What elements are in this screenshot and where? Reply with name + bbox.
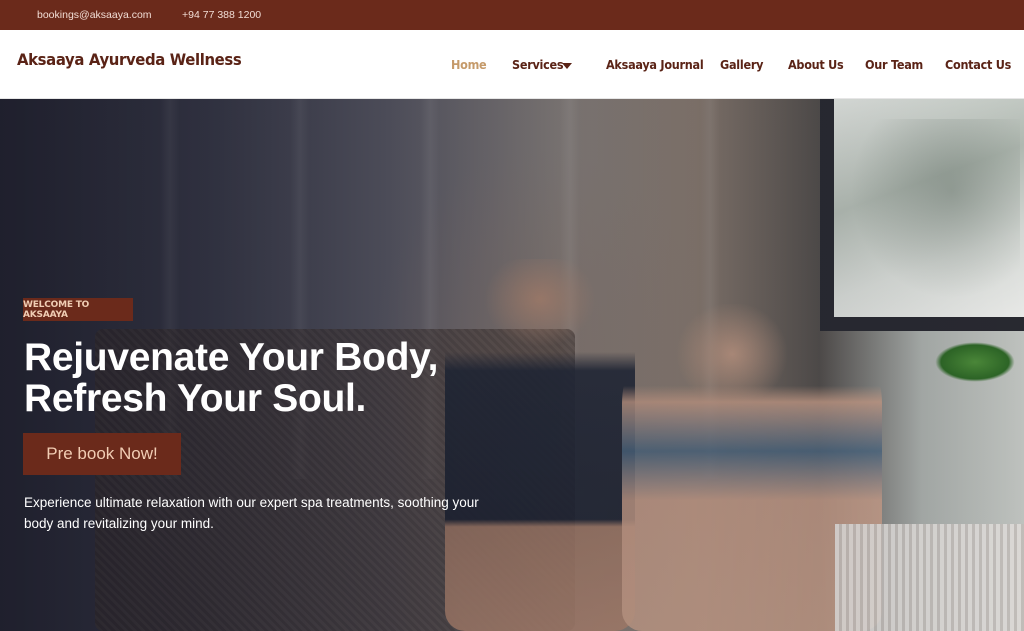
- chevron-down-icon[interactable]: [562, 63, 572, 69]
- welcome-badge: WELCOME TO AKSAAYA: [23, 298, 133, 321]
- site-logo-text[interactable]: Aksaaya Ayurveda Wellness: [17, 50, 242, 69]
- top-contact-bar: bookings@aksaaya.com +94 77 388 1200: [0, 0, 1024, 30]
- nav-item-home[interactable]: Home: [451, 57, 487, 72]
- hero-description: Experience ultimate relaxation with our …: [24, 492, 494, 534]
- headline-line-2: Refresh Your Soul.: [24, 377, 367, 420]
- description-line-2: body and revitalizing your mind.: [24, 516, 214, 531]
- nav-item-gallery[interactable]: Gallery: [720, 57, 763, 72]
- nav-item-services[interactable]: Services: [512, 57, 564, 72]
- nav-item-about-us[interactable]: About Us: [788, 57, 844, 72]
- main-navigation: Aksaaya Ayurveda Wellness Home Services …: [0, 30, 1024, 99]
- nav-item-journal[interactable]: Aksaaya Journal: [606, 57, 704, 72]
- nav-item-contact-us[interactable]: Contact Us: [945, 57, 1011, 72]
- headline-line-1: Rejuvenate Your Body,: [24, 336, 439, 379]
- contact-phone[interactable]: +94 77 388 1200: [182, 9, 261, 21]
- hero-headline: Rejuvenate Your Body, Refresh Your Soul.: [24, 337, 438, 419]
- nav-item-our-team[interactable]: Our Team: [865, 57, 923, 72]
- contact-email[interactable]: bookings@aksaaya.com: [37, 9, 152, 21]
- description-line-1: Experience ultimate relaxation with our …: [24, 495, 479, 510]
- hero-section: WELCOME TO AKSAAYA Rejuvenate Your Body,…: [0, 99, 1024, 631]
- pre-book-button[interactable]: Pre book Now!: [23, 433, 181, 475]
